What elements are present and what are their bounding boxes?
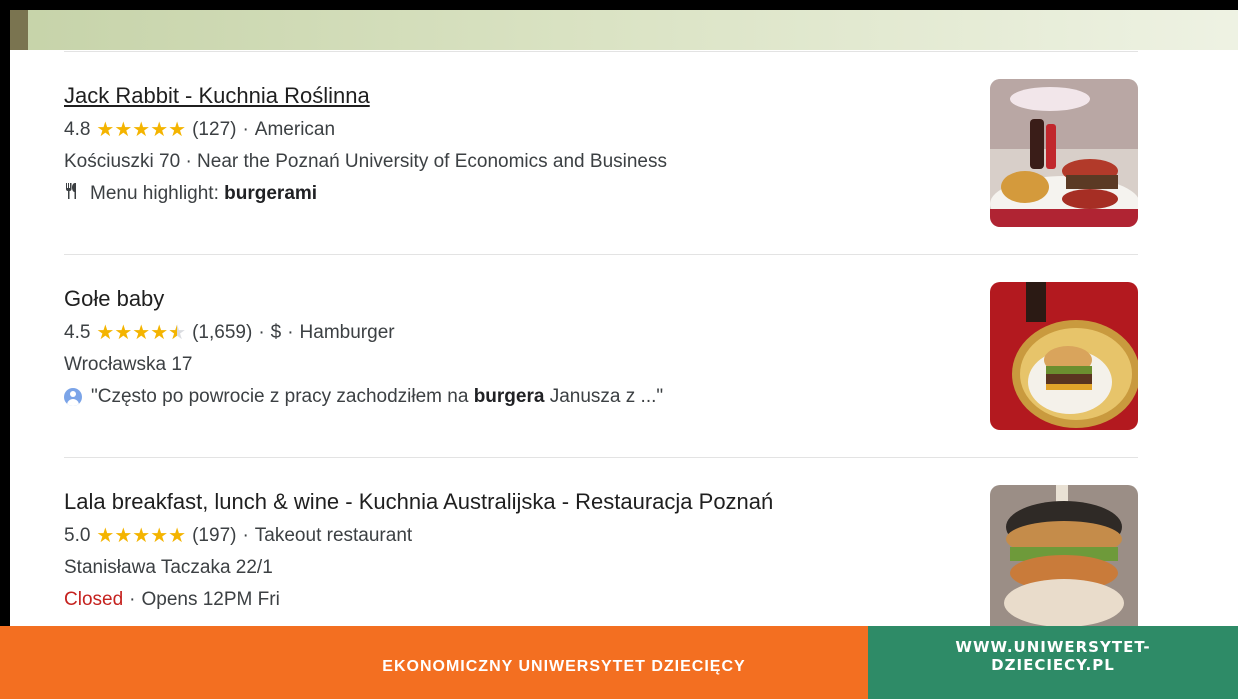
review-snippet: "Często po powrocie z pracy zachodziłem …	[64, 385, 1138, 409]
slide-header-accent	[10, 10, 28, 50]
star-icon: ★	[96, 322, 115, 344]
star-icon: ★	[96, 525, 115, 547]
star-icon: ★	[96, 119, 115, 141]
rating-row: 5.0 ★★★★★ (197) · Takeout restaurant	[64, 524, 1138, 548]
star-rating: ★★★★★	[96, 321, 186, 345]
category: Takeout restaurant	[254, 525, 413, 546]
status-closed: Closed	[64, 589, 124, 610]
result-title[interactable]: Jack Rabbit - Kuchnia Roślinna	[64, 82, 1138, 110]
result-lala-breakfast[interactable]: Lala breakfast, lunch & wine - Kuchnia A…	[64, 488, 1138, 612]
separator: ·	[129, 589, 136, 610]
category: Hamburger	[299, 322, 395, 343]
star-icon: ★	[150, 525, 169, 547]
thumbnail-burger-photo[interactable]	[990, 485, 1138, 626]
star-icon: ★	[168, 119, 187, 141]
result-title[interactable]: Gołe baby	[64, 285, 1138, 313]
star-rating: ★★★★★	[96, 118, 186, 142]
address: Kościuszki 70 · Near the Poznań Universi…	[64, 151, 667, 172]
star-icon: ★	[114, 119, 133, 141]
half-star-icon: ★	[168, 321, 186, 345]
thumbnail-burger-photo[interactable]	[990, 79, 1138, 227]
review-text-start: "Często po powrocie z pracy zachodziłem …	[91, 386, 469, 407]
footer-organization-name: EKONOMICZNY UNIWERSYTET DZIECIĘCY	[382, 657, 746, 675]
star-icon: ★	[132, 119, 151, 141]
star-icon: ★	[150, 119, 169, 141]
slide-left-border	[0, 0, 10, 699]
highlight-label: Menu highlight:	[90, 183, 219, 204]
thumbnail-burger-photo[interactable]	[990, 282, 1138, 430]
rating-value: 5.0	[64, 525, 91, 546]
separator: ·	[242, 119, 249, 140]
fork-knife-icon	[64, 182, 84, 206]
separator: ·	[287, 322, 294, 343]
footer-website-banner: WWW.UNIWERSYTET-DZIECIECY.PL	[868, 626, 1238, 699]
separator: ·	[258, 322, 265, 343]
menu-highlight: Menu highlight: burgerami	[64, 182, 1138, 206]
slide-top-border	[0, 0, 1238, 10]
address: Stanisława Taczaka 22/1	[64, 557, 273, 578]
result-gole-baby[interactable]: Gołe baby 4.5 ★★★★★ (1,659) · $ · Hambur…	[64, 285, 1138, 409]
footer-organization-banner: EKONOMICZNY UNIWERSYTET DZIECIĘCY	[0, 626, 868, 699]
rating-value: 4.5	[64, 322, 91, 343]
review-count[interactable]: (127)	[192, 118, 236, 142]
star-icon: ★	[132, 525, 151, 547]
price-level: $	[270, 322, 282, 343]
star-icon: ★	[114, 525, 133, 547]
highlight-dish: burgerami	[224, 183, 318, 204]
rating-row: 4.8 ★★★★★ (127) · American	[64, 118, 1138, 142]
user-avatar-icon	[64, 388, 82, 406]
opening-hours: Opens 12PM Fri	[141, 589, 280, 610]
result-title[interactable]: Lala breakfast, lunch & wine - Kuchnia A…	[64, 488, 1138, 516]
review-text-end: Janusza z ..."	[549, 386, 664, 407]
footer-website-url[interactable]: WWW.UNIWERSYTET-DZIECIECY.PL	[953, 638, 1153, 674]
address: Wrocławska 17	[64, 354, 193, 375]
separator: ·	[242, 525, 249, 546]
divider	[64, 254, 1138, 255]
result-jack-rabbit[interactable]: Jack Rabbit - Kuchnia Roślinna 4.8 ★★★★★…	[64, 82, 1138, 206]
opening-status: Closed · Opens 12PM Fri	[64, 588, 1138, 612]
review-keyword: burgera	[473, 386, 545, 407]
star-icon: ★	[168, 525, 187, 547]
star-icon: ★	[114, 322, 133, 344]
star-icon: ★	[132, 322, 151, 344]
rating-value: 4.8	[64, 119, 91, 140]
rating-row: 4.5 ★★★★★ (1,659) · $ · Hamburger	[64, 321, 1138, 345]
divider	[64, 457, 1138, 458]
star-rating: ★★★★★	[96, 524, 186, 548]
review-count[interactable]: (197)	[192, 524, 236, 548]
category: American	[254, 119, 336, 140]
star-icon: ★	[150, 322, 169, 344]
review-count[interactable]: (1,659)	[192, 321, 252, 345]
divider	[64, 51, 1138, 52]
slide-header-band	[10, 10, 1238, 50]
